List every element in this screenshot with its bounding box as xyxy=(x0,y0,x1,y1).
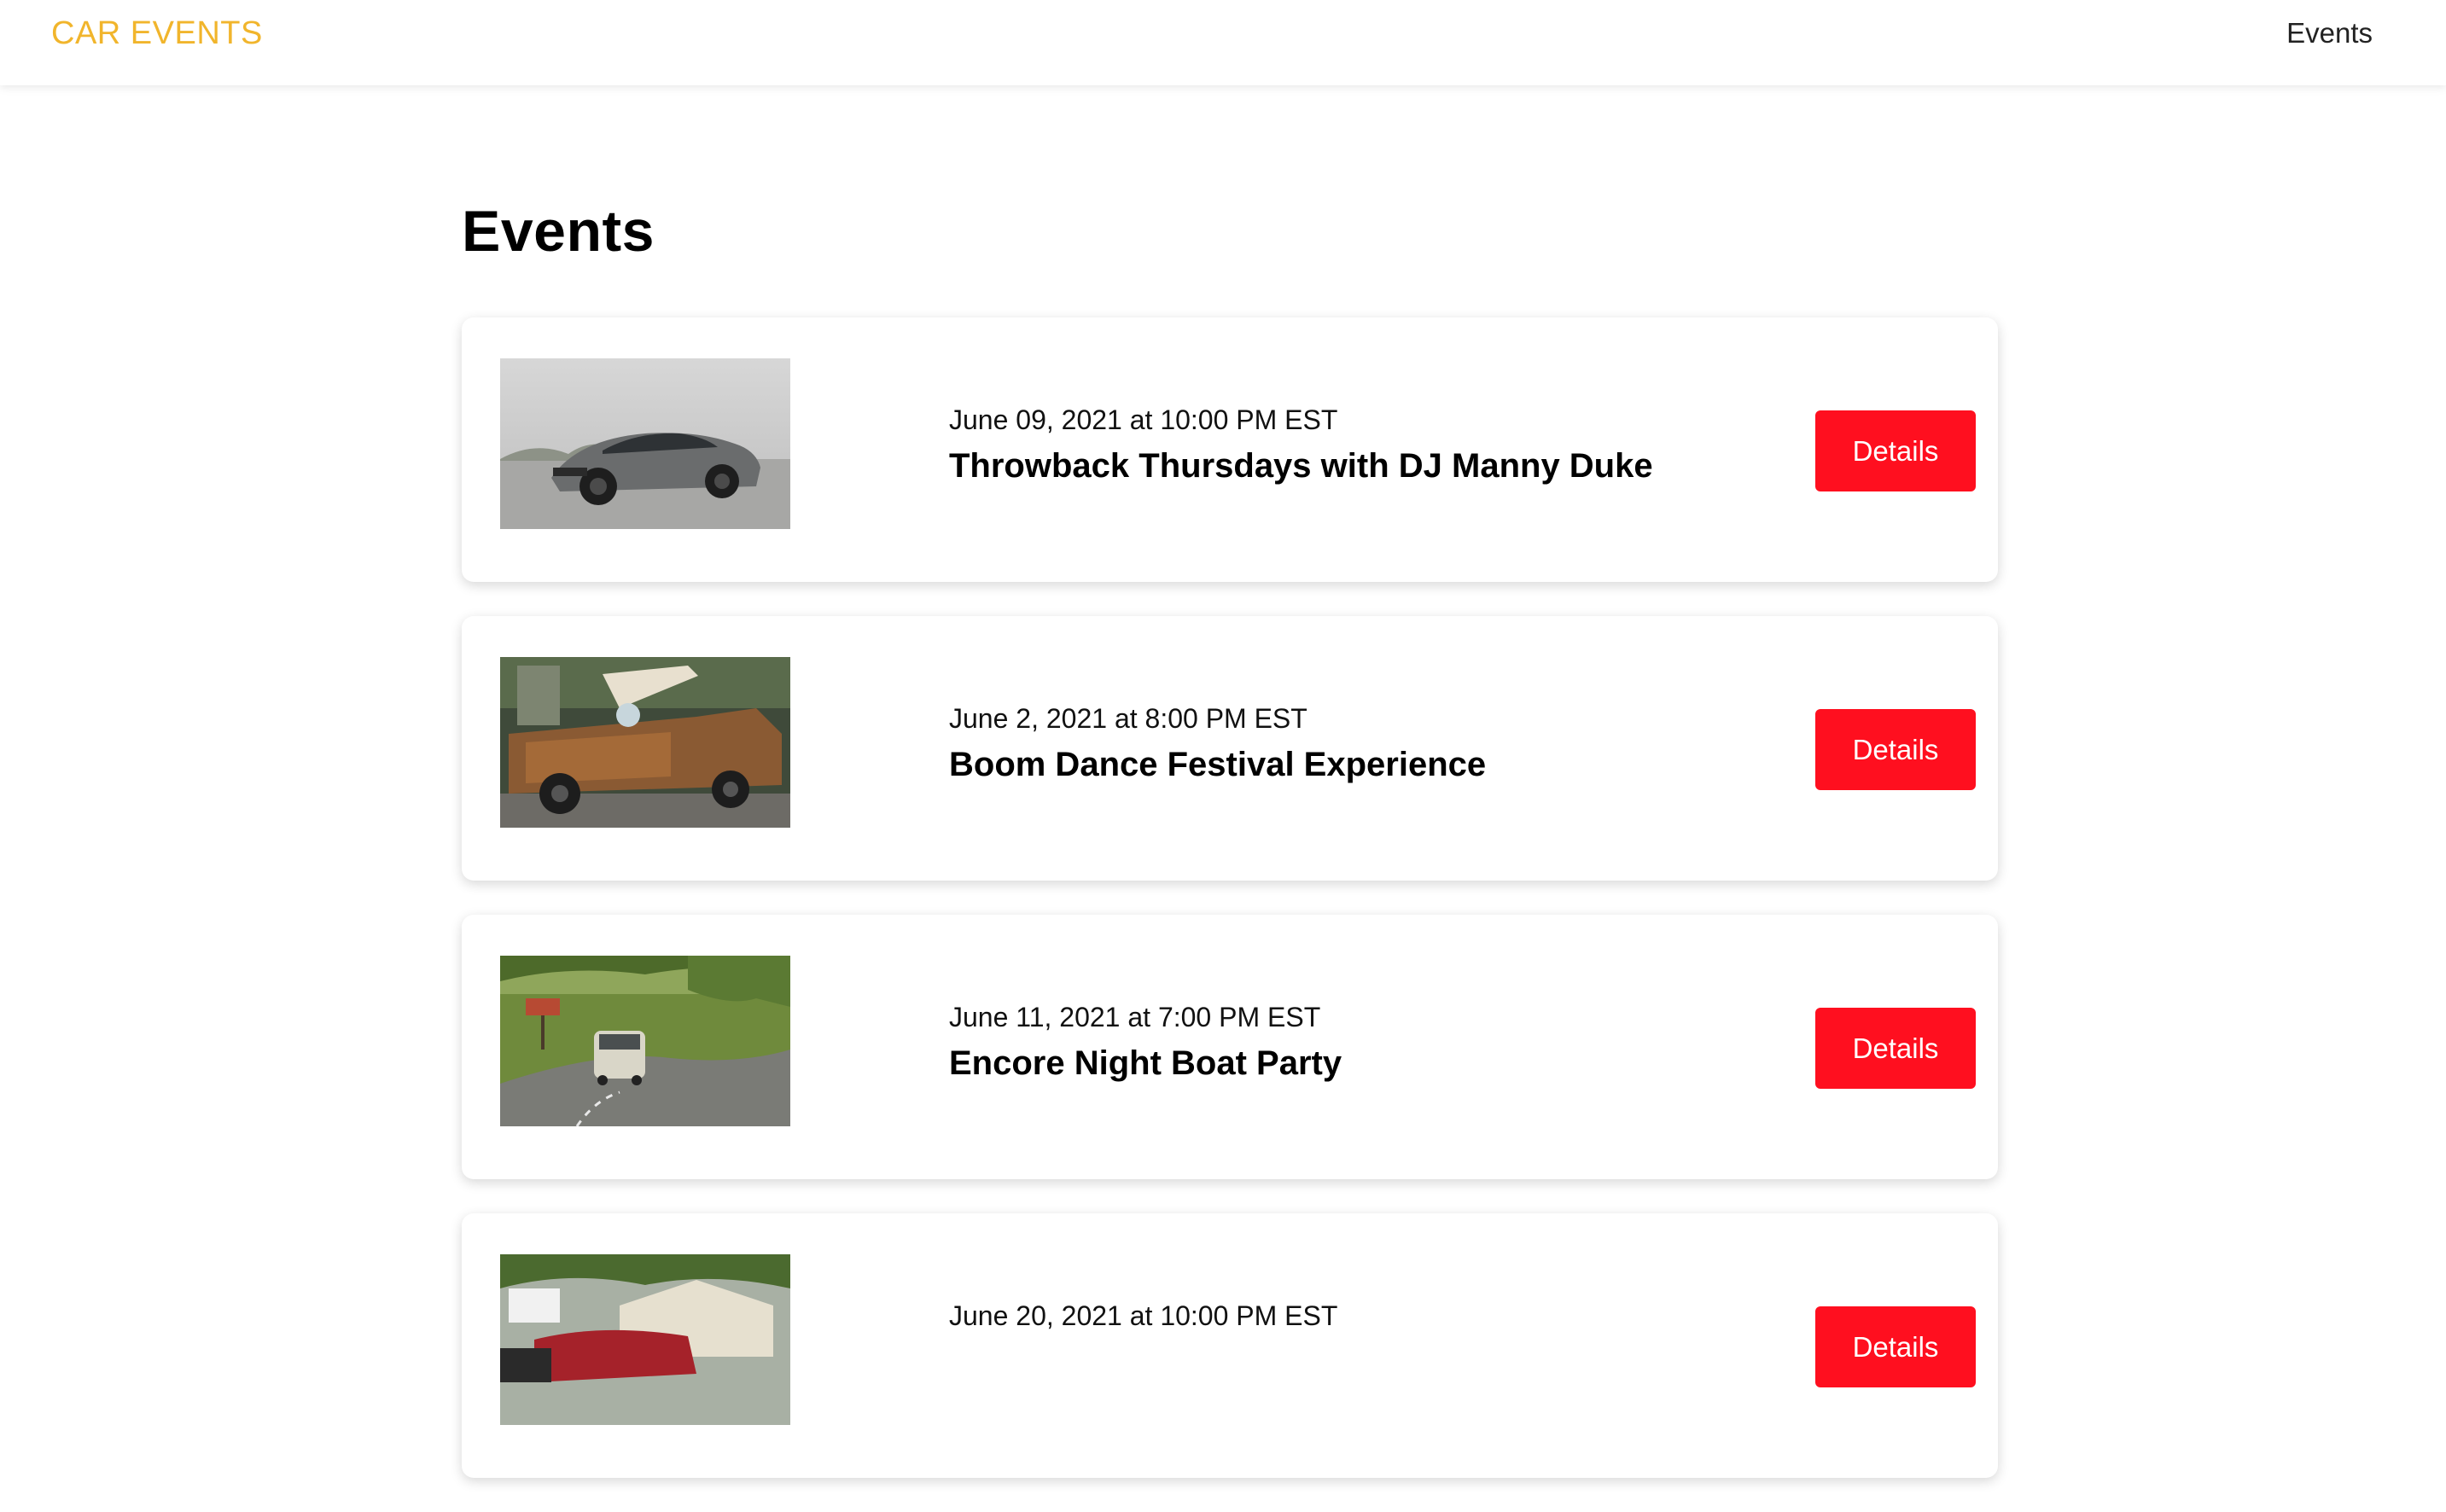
event-title: Encore Night Boat Party xyxy=(949,1044,1342,1082)
details-button[interactable]: Details xyxy=(1815,1306,1976,1387)
event-date: June 2, 2021 at 8:00 PM EST xyxy=(949,703,1307,734)
details-button[interactable]: Details xyxy=(1815,1008,1976,1089)
nav-link-events[interactable]: Events xyxy=(2286,17,2373,49)
event-image-country-road[interactable] xyxy=(500,956,790,1126)
event-date: June 20, 2021 at 10:00 PM EST xyxy=(949,1300,1338,1331)
event-info: June 20, 2021 at 10:00 PM EST xyxy=(949,1297,1337,1335)
event-image-rusty-truck[interactable] xyxy=(500,657,790,828)
event-date: June 11, 2021 at 7:00 PM EST xyxy=(949,1002,1321,1032)
event-title: Boom Dance Festival Experience xyxy=(949,746,1487,783)
event-card: June 20, 2021 at 10:00 PM EST Details xyxy=(462,1213,1998,1478)
event-card: June 11, 2021 at 7:00 PM EST Encore Nigh… xyxy=(462,915,1998,1179)
details-button[interactable]: Details xyxy=(1815,709,1976,790)
details-button[interactable]: Details xyxy=(1815,410,1976,491)
event-image-tent-cars[interactable] xyxy=(500,1254,790,1425)
brand-logo-link[interactable]: CAR EVENTS xyxy=(51,15,263,52)
event-info: June 2, 2021 at 8:00 PM EST Boom Dance F… xyxy=(949,700,1486,792)
event-list: June 09, 2021 at 10:00 PM EST Throwback … xyxy=(462,317,1998,1512)
event-card: June 2, 2021 at 8:00 PM EST Boom Dance F… xyxy=(462,616,1998,881)
event-image-sports-car[interactable] xyxy=(500,358,790,529)
top-navbar: CAR EVENTS Events xyxy=(0,0,2446,85)
event-title: Throwback Thursdays with DJ Manny Duke xyxy=(949,447,1653,485)
event-card: June 09, 2021 at 10:00 PM EST Throwback … xyxy=(462,317,1998,582)
event-info: June 11, 2021 at 7:00 PM EST Encore Nigh… xyxy=(949,998,1342,1090)
page-title: Events xyxy=(462,199,655,264)
event-info: June 09, 2021 at 10:00 PM EST Throwback … xyxy=(949,401,1653,493)
event-date: June 09, 2021 at 10:00 PM EST xyxy=(949,404,1338,435)
